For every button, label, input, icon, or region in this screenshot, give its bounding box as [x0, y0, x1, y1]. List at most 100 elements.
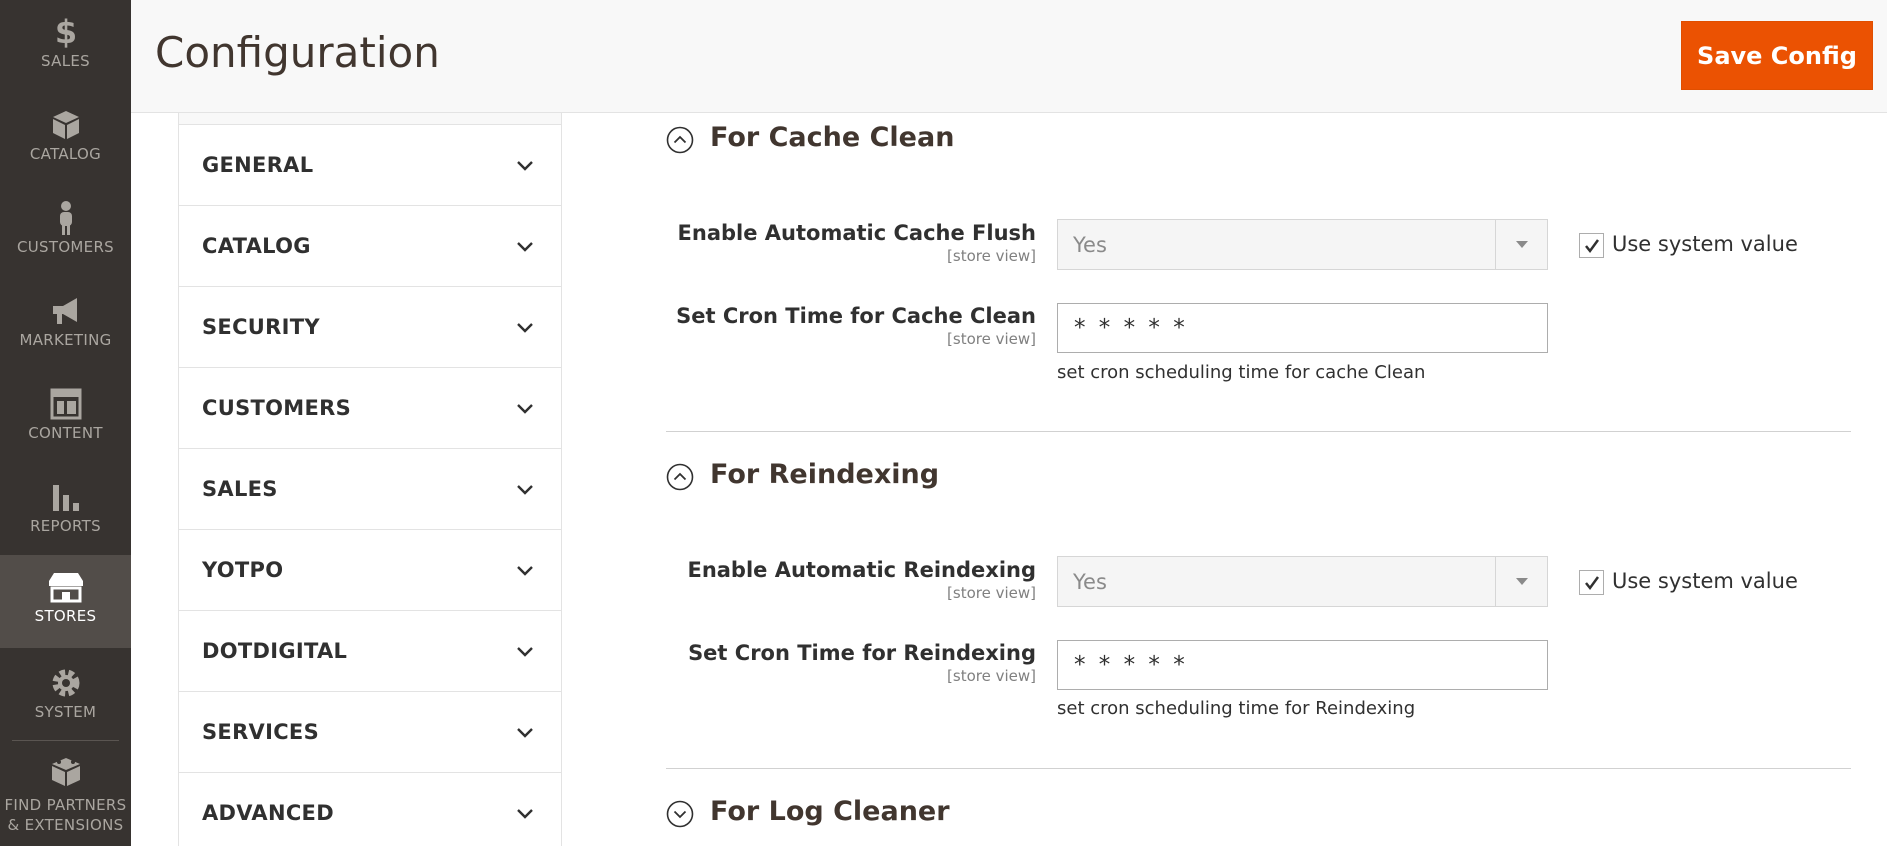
tab-label: GENERAL	[202, 153, 314, 177]
dropdown-arrow-icon	[1495, 220, 1547, 269]
chevron-down-icon	[517, 323, 533, 333]
menu-item-label: REPORTS	[30, 517, 101, 535]
menu-item-system[interactable]: SYSTEM	[0, 651, 131, 744]
menu-item-stores[interactable]: STORES	[0, 555, 131, 648]
menu-item-label: SYSTEM	[34, 703, 97, 721]
collapse-circle-icon	[666, 463, 694, 491]
section-title: For Cache Clean	[710, 122, 955, 153]
select-value: Yes	[1073, 570, 1107, 594]
use-system-value-checkbox[interactable]	[1579, 570, 1604, 595]
tab-advanced[interactable]: ADVANCED	[179, 773, 561, 854]
checkmark-icon	[1585, 576, 1600, 591]
section-divider	[666, 431, 1851, 432]
config-content: For Cache Clean Enable Automatic Cache F…	[562, 113, 1887, 846]
cron-reindexing-input[interactable]	[1057, 640, 1548, 690]
tab-general[interactable]: GENERAL	[179, 125, 561, 206]
gear-icon	[0, 665, 131, 701]
tab-label: SECURITY	[202, 315, 320, 339]
menu-item-label: STORES	[34, 607, 97, 625]
menu-item-label: FIND PARTNERS & EXTENSIONS	[0, 795, 131, 835]
field-label-cron-cache-clean: Set Cron Time for Cache Clean [store vie…	[676, 304, 1036, 348]
menu-item-catalog[interactable]: CATALOG	[0, 93, 131, 186]
dropdown-arrow-icon	[1495, 557, 1547, 606]
menu-item-customers[interactable]: CUSTOMERS	[0, 186, 131, 279]
tab-label: SALES	[202, 477, 278, 501]
tab-catalog[interactable]: CATALOG	[179, 206, 561, 287]
chevron-down-icon	[517, 566, 533, 576]
menu-item-reports[interactable]: REPORTS	[0, 465, 131, 558]
field-label-enable-reindexing: Enable Automatic Reindexing [store view]	[687, 558, 1036, 602]
storefront-icon	[0, 569, 131, 605]
menu-item-label: CATALOG	[29, 145, 102, 163]
scope-label: [store view]	[947, 247, 1036, 265]
chevron-down-icon	[517, 809, 533, 819]
save-config-button[interactable]: Save Config	[1681, 21, 1873, 90]
section-title: For Reindexing	[710, 459, 940, 490]
menu-item-label-line2: & EXTENSIONS	[7, 816, 124, 834]
menu-item-content[interactable]: CONTENT	[0, 372, 131, 465]
menu-item-label: MARKETING	[19, 331, 112, 349]
menu-divider	[12, 740, 119, 741]
checkmark-icon	[1585, 239, 1600, 254]
chevron-down-icon	[517, 647, 533, 657]
select-value: Yes	[1073, 233, 1107, 257]
tab-yotpo[interactable]: YOTPO	[179, 530, 561, 611]
tab-sales[interactable]: SALES	[179, 449, 561, 530]
dollar-icon: $	[0, 14, 131, 50]
label-text: Set Cron Time for Reindexing	[688, 641, 1036, 665]
menu-item-marketing[interactable]: MARKETING	[0, 279, 131, 372]
field-label-cron-reindexing: Set Cron Time for Reindexing [store view…	[688, 641, 1036, 685]
cron-reindexing-note: set cron scheduling time for Reindexing	[1057, 698, 1416, 719]
menu-item-sales[interactable]: $ SALES	[0, 0, 131, 93]
scope-label: [store view]	[947, 330, 1036, 348]
tab-label: SERVICES	[202, 720, 319, 744]
scope-label: [store view]	[947, 667, 1036, 685]
cron-cache-clean-note: set cron scheduling time for cache Clean	[1057, 362, 1426, 383]
page-title: Configuration	[155, 28, 440, 77]
menu-item-label-line1: FIND PARTNERS	[4, 796, 127, 814]
svg-text:$: $	[54, 15, 76, 49]
page-header: Configuration Save Config	[131, 0, 1887, 113]
tabs-top-bar	[179, 113, 561, 125]
section-title: For Log Cleaner	[710, 796, 950, 827]
section-divider	[666, 768, 1851, 769]
menu-item-label: CONTENT	[28, 424, 103, 442]
chevron-down-icon	[517, 485, 533, 495]
enable-cache-flush-select[interactable]: Yes	[1057, 219, 1548, 270]
tab-dotdigital[interactable]: DOTDIGITAL	[179, 611, 561, 692]
tab-label: ADVANCED	[202, 801, 334, 825]
tab-security[interactable]: SECURITY	[179, 287, 561, 368]
megaphone-icon	[0, 293, 131, 329]
field-label-enable-cache-flush: Enable Automatic Cache Flush [store view…	[678, 221, 1036, 265]
scope-label: [store view]	[947, 584, 1036, 602]
chevron-down-icon	[517, 404, 533, 414]
tab-label: CUSTOMERS	[202, 396, 352, 420]
chevron-down-icon	[517, 728, 533, 738]
bar-chart-icon	[0, 479, 131, 515]
tab-customers[interactable]: CUSTOMERS	[179, 368, 561, 449]
tab-label: CATALOG	[202, 234, 311, 258]
use-system-value-label: Use system value	[1612, 569, 1798, 593]
tab-label: DOTDIGITAL	[202, 639, 348, 663]
tab-label: YOTPO	[202, 558, 284, 582]
box-icon	[0, 107, 131, 143]
config-tabs: GENERAL CATALOG SECURITY CUSTOMERS SALES…	[178, 113, 562, 846]
person-icon	[0, 200, 131, 236]
cron-cache-clean-input[interactable]	[1057, 303, 1548, 353]
use-system-value-label: Use system value	[1612, 232, 1798, 256]
layout-icon	[0, 386, 131, 422]
label-text: Enable Automatic Cache Flush	[677, 221, 1036, 245]
tab-services[interactable]: SERVICES	[179, 692, 561, 773]
menu-item-find-partners[interactable]: FIND PARTNERS & EXTENSIONS	[0, 745, 131, 846]
enable-reindexing-select[interactable]: Yes	[1057, 556, 1548, 607]
menu-item-label: CUSTOMERS	[16, 238, 114, 256]
use-system-value-checkbox[interactable]	[1579, 233, 1604, 258]
collapse-circle-icon	[666, 126, 694, 154]
label-text: Enable Automatic Reindexing	[687, 558, 1036, 582]
admin-menu: $ SALES CATALOG CUSTOMERS MARKETING CONT…	[0, 0, 131, 846]
chevron-down-icon	[517, 161, 533, 171]
expand-circle-icon	[666, 800, 694, 828]
label-text: Set Cron Time for Cache Clean	[676, 304, 1036, 328]
blocks-icon	[0, 755, 131, 791]
chevron-down-icon	[517, 242, 533, 252]
